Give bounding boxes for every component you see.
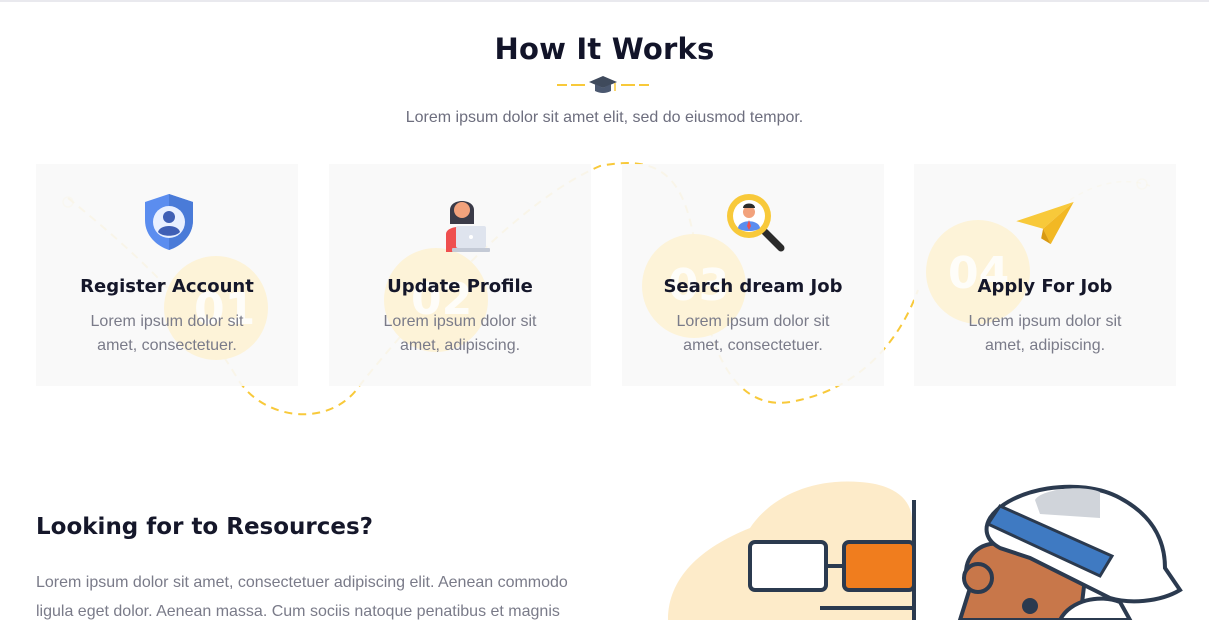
step-title: Register Account <box>80 276 254 297</box>
graduation-cap-icon <box>589 76 617 93</box>
shield-user-icon <box>145 194 193 250</box>
resources-text: Lorem ipsum dolor sit amet, consectetuer… <box>36 574 568 620</box>
step-card-register: 01 Register Account Lorem ipsum dolor si… <box>36 164 298 386</box>
top-border <box>0 0 1209 2</box>
section-subtitle: Lorem ipsum dolor sit amet elit, sed do … <box>405 109 804 126</box>
step-description: Lorem ipsum dolor sit amet, consectetuer… <box>676 313 830 354</box>
title-divider <box>557 76 649 93</box>
step-description: Lorem ipsum dolor sit amet, adipiscing. <box>968 313 1122 354</box>
step-description: Lorem ipsum dolor sit amet, consectetuer… <box>90 313 244 354</box>
step-title: Search dream Job <box>663 276 843 297</box>
paper-plane-icon <box>1016 201 1074 245</box>
step-title: Update Profile <box>387 276 533 297</box>
step-card-search-job: 03 Search dream Job Lorem ipsum dolor si… <box>622 164 884 386</box>
step-card-update-profile: 02 Update Profile Lorem ipsum dolor sit … <box>329 164 591 386</box>
section-title: How It Works <box>494 32 715 66</box>
detective-illustration <box>668 481 1183 620</box>
step-description: Lorem ipsum dolor sit amet, adipiscing. <box>383 313 537 354</box>
magnifier-person-icon <box>727 194 785 252</box>
step-title: Apply For Job <box>977 276 1113 297</box>
resources-title: Looking for to Resources? <box>36 514 374 540</box>
step-card-apply-job: 04 Apply For Job Lorem ipsum dolor sit a… <box>914 164 1176 386</box>
person-laptop-icon <box>446 201 490 252</box>
